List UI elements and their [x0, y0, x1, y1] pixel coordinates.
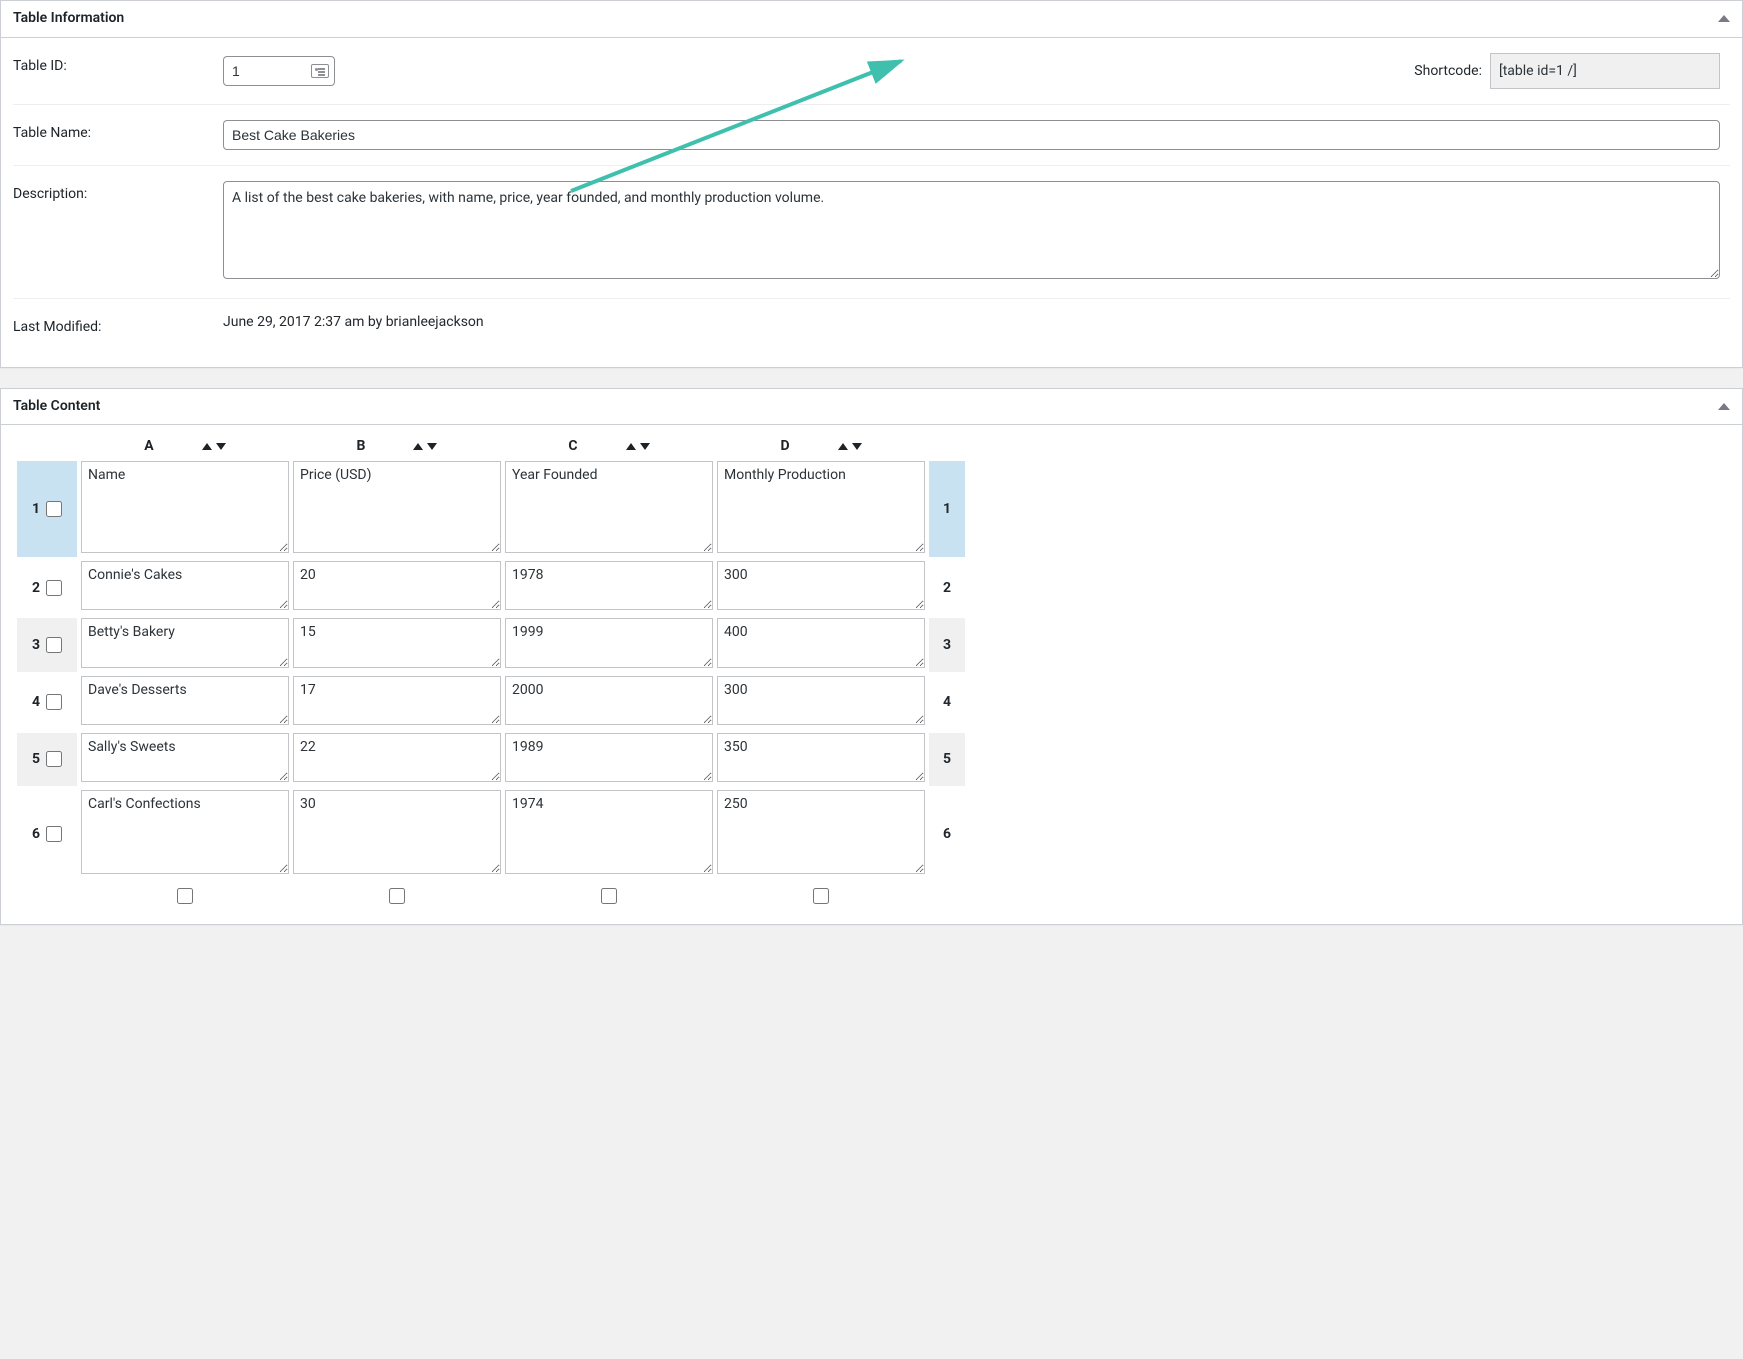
cell-input[interactable]: 22 — [293, 733, 501, 782]
column-letter: D — [780, 438, 789, 454]
sort-desc-icon[interactable] — [640, 443, 650, 450]
panel-header: Table Content — [1, 389, 1742, 426]
sort-asc-icon[interactable] — [626, 443, 636, 450]
row-number: 5 — [32, 751, 40, 767]
cell-input[interactable]: 20 — [293, 561, 501, 610]
last-modified-label: Last Modified: — [13, 298, 213, 355]
column-select-checkbox[interactable] — [177, 888, 193, 904]
row-number: 1 — [32, 501, 40, 517]
table-information-panel: Table Information Table ID: Shortcode: — [0, 0, 1743, 368]
cell-input[interactable]: Year Founded — [505, 461, 713, 553]
panel-title: Table Information — [13, 9, 124, 29]
cell-input[interactable]: 1989 — [505, 733, 713, 782]
cell-input[interactable]: 350 — [717, 733, 925, 782]
last-modified-value: June 29, 2017 2:37 am by brianleejackson — [213, 298, 1730, 355]
description-label: Description: — [13, 165, 213, 298]
row-number-right: 6 — [929, 790, 965, 878]
cell-input[interactable]: Price (USD) — [293, 461, 501, 553]
panel-title: Table Content — [13, 397, 100, 417]
id-card-icon — [311, 64, 329, 78]
row-number-right: 5 — [929, 733, 965, 786]
table-name-input[interactable] — [223, 120, 1720, 150]
collapse-toggle-icon[interactable] — [1718, 15, 1730, 22]
row-select-checkbox[interactable] — [46, 751, 62, 767]
cell-input[interactable]: Connie's Cakes — [81, 561, 289, 610]
sort-asc-icon[interactable] — [413, 443, 423, 450]
column-select-checkbox[interactable] — [389, 888, 405, 904]
column-select-checkbox[interactable] — [813, 888, 829, 904]
table-content-panel: Table Content A B C D 1 NamePrice (USD)Year F… — [0, 388, 1743, 925]
row-number: 6 — [32, 826, 40, 842]
row-number-right: 2 — [929, 561, 965, 614]
sort-desc-icon[interactable] — [216, 443, 226, 450]
cell-input[interactable]: 1999 — [505, 618, 713, 667]
cell-input[interactable]: 30 — [293, 790, 501, 874]
table-name-label: Table Name: — [13, 104, 213, 165]
column-letter: C — [568, 438, 577, 454]
cell-input[interactable]: 2000 — [505, 676, 713, 725]
panel-header: Table Information — [1, 1, 1742, 38]
row-select-checkbox[interactable] — [46, 501, 62, 517]
row-number-right: 3 — [929, 618, 965, 671]
column-select-checkbox[interactable] — [601, 888, 617, 904]
table-id-label: Table ID: — [13, 38, 213, 105]
row-select-checkbox[interactable] — [46, 826, 62, 842]
row-number-right: 1 — [929, 461, 965, 557]
row-number: 2 — [32, 580, 40, 596]
row-number: 3 — [32, 637, 40, 653]
cell-input[interactable]: Betty's Bakery — [81, 618, 289, 667]
cell-input[interactable]: 1974 — [505, 790, 713, 874]
cell-input[interactable]: 400 — [717, 618, 925, 667]
collapse-toggle-icon[interactable] — [1718, 403, 1730, 410]
sort-asc-icon[interactable] — [202, 443, 212, 450]
column-letter: A — [144, 438, 153, 454]
shortcode-label: Shortcode: — [1414, 63, 1482, 79]
column-letter: B — [357, 438, 366, 454]
cell-input[interactable]: Dave's Desserts — [81, 676, 289, 725]
cell-input[interactable]: Monthly Production — [717, 461, 925, 553]
cell-input[interactable]: 250 — [717, 790, 925, 874]
cell-input[interactable]: 17 — [293, 676, 501, 725]
cell-input[interactable]: 15 — [293, 618, 501, 667]
cell-input[interactable]: 300 — [717, 561, 925, 610]
sort-desc-icon[interactable] — [852, 443, 862, 450]
row-select-checkbox[interactable] — [46, 694, 62, 710]
cell-input[interactable]: Name — [81, 461, 289, 553]
shortcode-display[interactable] — [1490, 53, 1720, 89]
description-textarea[interactable] — [223, 181, 1720, 279]
row-select-checkbox[interactable] — [46, 637, 62, 653]
row-number: 4 — [32, 694, 40, 710]
sort-asc-icon[interactable] — [838, 443, 848, 450]
cell-input[interactable]: 300 — [717, 676, 925, 725]
sort-desc-icon[interactable] — [427, 443, 437, 450]
row-number-right: 4 — [929, 676, 965, 729]
cell-input[interactable]: 1978 — [505, 561, 713, 610]
row-select-checkbox[interactable] — [46, 580, 62, 596]
cell-input[interactable]: Carl's Confections — [81, 790, 289, 874]
cell-input[interactable]: Sally's Sweets — [81, 733, 289, 782]
